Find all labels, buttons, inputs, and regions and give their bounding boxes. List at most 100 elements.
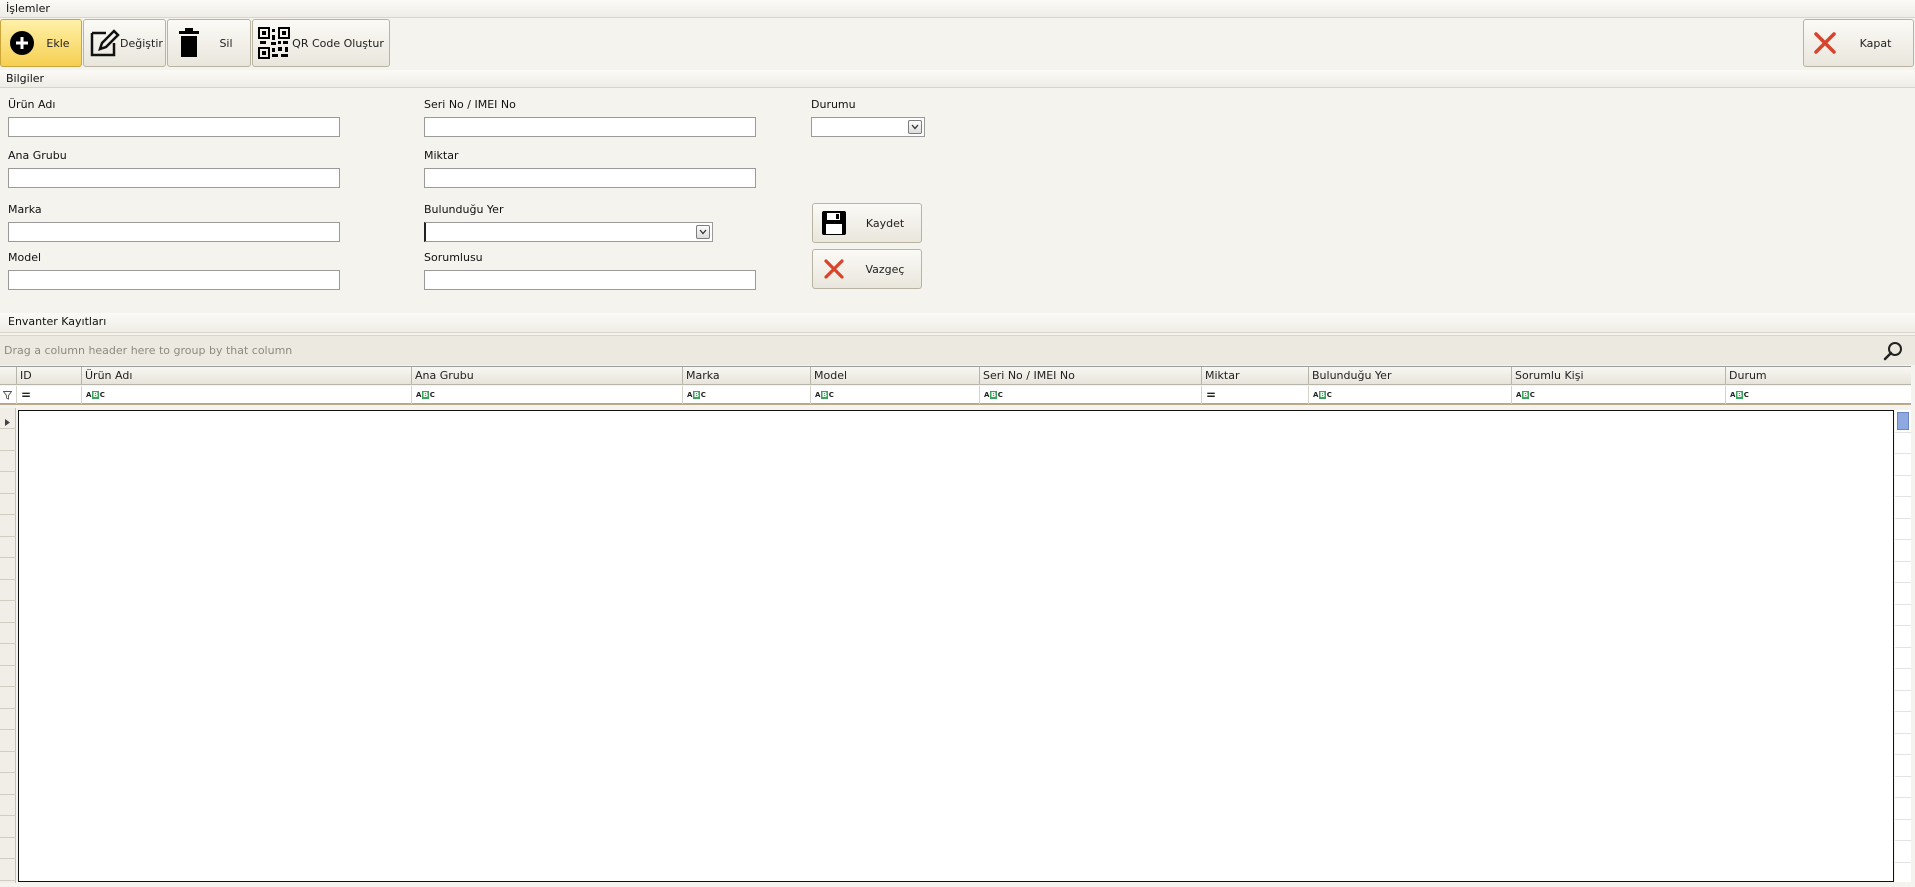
- column-header-responsible[interactable]: Sorumlu Kişi: [1511, 367, 1725, 385]
- filter-contains-icon[interactable]: ABC: [81, 386, 411, 404]
- scrollbar-track-line: [1895, 431, 1911, 433]
- scrollbar-track-line: [1895, 453, 1911, 454]
- scrollbar-track-line: [1895, 818, 1911, 820]
- scrollbar-thumb[interactable]: [1897, 412, 1909, 430]
- edit-button-label: Değiştir: [120, 36, 163, 50]
- cancel-button[interactable]: Vazgeç: [812, 249, 922, 289]
- row-indicator-cell: [0, 408, 16, 429]
- delete-button[interactable]: Sil: [167, 19, 251, 67]
- model-input[interactable]: [8, 270, 340, 290]
- row-indicator-cell: [0, 516, 16, 537]
- row-indicator-cell: [0, 430, 16, 451]
- scrollbar-track-line: [1895, 711, 1911, 712]
- column-header-serial[interactable]: Seri No / IMEI No: [979, 367, 1201, 385]
- responsible-input[interactable]: [424, 270, 756, 290]
- qr-code-icon: [257, 26, 291, 60]
- close-button[interactable]: Kapat: [1803, 19, 1914, 67]
- vertical-scrollbar[interactable]: [1895, 410, 1911, 882]
- row-indicator-cell: [0, 709, 16, 730]
- column-header-status[interactable]: Durum: [1725, 367, 1911, 385]
- chevron-down-icon: [699, 229, 707, 235]
- location-combo[interactable]: [424, 222, 713, 242]
- row-indicator-cell: [0, 494, 16, 515]
- serial-input[interactable]: [424, 117, 756, 137]
- row-indicator-cell: [0, 774, 16, 795]
- column-header-product-name[interactable]: Ürün Adı: [81, 367, 411, 385]
- row-indicator-cell: [0, 580, 16, 601]
- grid-body[interactable]: [18, 410, 1894, 882]
- trash-icon: [172, 26, 206, 60]
- brand-input[interactable]: [8, 222, 340, 242]
- save-button-label: Kaydet: [865, 216, 905, 230]
- scrollbar-track-line: [1895, 775, 1911, 777]
- status-label: Durumu: [811, 98, 856, 111]
- filter-contains-icon[interactable]: ABC: [1725, 386, 1911, 404]
- scrollbar-track-line: [1895, 668, 1911, 669]
- row-indicator-cell: [0, 752, 16, 773]
- scrollbar-track-line: [1895, 603, 1911, 605]
- filter-contains-icon[interactable]: ABC: [810, 386, 979, 404]
- scrollbar-track-line: [1895, 517, 1911, 519]
- filter-equals-icon[interactable]: =: [1201, 386, 1308, 404]
- row-indicator-cell: [0, 731, 16, 752]
- row-indicator-cell: [0, 817, 16, 838]
- filter-contains-icon[interactable]: ABC: [1308, 386, 1511, 404]
- column-header-main-group[interactable]: Ana Grubu: [411, 367, 682, 385]
- edit-pencil-icon: [88, 26, 120, 60]
- records-section-title: Envanter Kayıtları: [0, 313, 1915, 333]
- column-header-location[interactable]: Bulunduğu Yer: [1308, 367, 1511, 385]
- save-button[interactable]: Kaydet: [812, 203, 922, 243]
- qr-code-button[interactable]: QR Code Oluştur: [252, 19, 390, 67]
- row-indicator-cell: [0, 688, 16, 709]
- column-header-id[interactable]: ID: [16, 367, 81, 385]
- scrollbar-track-line: [1895, 840, 1911, 841]
- edit-button[interactable]: Değiştir: [83, 19, 166, 67]
- group-by-hint: Drag a column header here to group by th…: [4, 344, 293, 357]
- filter-icon[interactable]: [0, 386, 16, 404]
- info-section-title: Bilgiler: [0, 70, 1915, 88]
- scrollbar-track-line: [1895, 474, 1911, 476]
- quantity-label: Miktar: [424, 149, 459, 162]
- row-indicator-cell: [0, 473, 16, 494]
- row-indicator-column: [0, 408, 16, 883]
- scrollbar-track-line: [1895, 646, 1911, 648]
- row-indicator-cell: [0, 537, 16, 558]
- row-indicator-cell: [0, 795, 16, 816]
- location-dropdown-button[interactable]: [696, 225, 710, 239]
- scrollbar-track-line: [1895, 560, 1911, 562]
- scrollbar-track-line: [1895, 582, 1911, 583]
- quantity-input[interactable]: [424, 168, 756, 188]
- chevron-down-icon: [911, 124, 919, 130]
- row-indicator-cell: [0, 602, 16, 623]
- column-header-model[interactable]: Model: [810, 367, 979, 385]
- responsible-label: Sorumlusu: [424, 251, 483, 264]
- column-header-brand[interactable]: Marka: [682, 367, 810, 385]
- filter-contains-icon[interactable]: ABC: [411, 386, 682, 404]
- column-header-quantity[interactable]: Miktar: [1201, 367, 1308, 385]
- group-by-panel[interactable]: Drag a column header here to group by th…: [0, 335, 1915, 365]
- filter-contains-icon[interactable]: ABC: [979, 386, 1201, 404]
- filter-contains-icon[interactable]: ABC: [1511, 386, 1725, 404]
- scrollbar-track-line: [1895, 797, 1911, 798]
- add-button[interactable]: Ekle: [0, 19, 82, 67]
- close-x-icon: [819, 254, 849, 284]
- filter-contains-icon[interactable]: ABC: [682, 386, 810, 404]
- main-group-label: Ana Grubu: [8, 149, 67, 162]
- delete-button-label: Sil: [219, 36, 233, 50]
- row-indicator-cell: [0, 451, 16, 472]
- filter-equals-icon[interactable]: =: [16, 386, 81, 404]
- main-group-input[interactable]: [8, 168, 340, 188]
- grid-header-row: ID Ürün Adı Ana Grubu Marka Model Seri N…: [0, 366, 1911, 385]
- location-label: Bulunduğu Yer: [424, 203, 504, 216]
- scrollbar-track-line: [1895, 861, 1911, 863]
- scrollbar-track-line: [1895, 754, 1911, 755]
- product-name-input[interactable]: [8, 117, 340, 137]
- brand-label: Marka: [8, 203, 42, 216]
- close-button-label: Kapat: [1859, 36, 1892, 50]
- status-dropdown-button[interactable]: [908, 120, 922, 134]
- cancel-button-label: Vazgeç: [865, 262, 905, 276]
- model-label: Model: [8, 251, 42, 264]
- close-x-icon: [1808, 26, 1842, 60]
- grid-header-corner: [0, 367, 16, 385]
- search-icon[interactable]: [1883, 341, 1903, 364]
